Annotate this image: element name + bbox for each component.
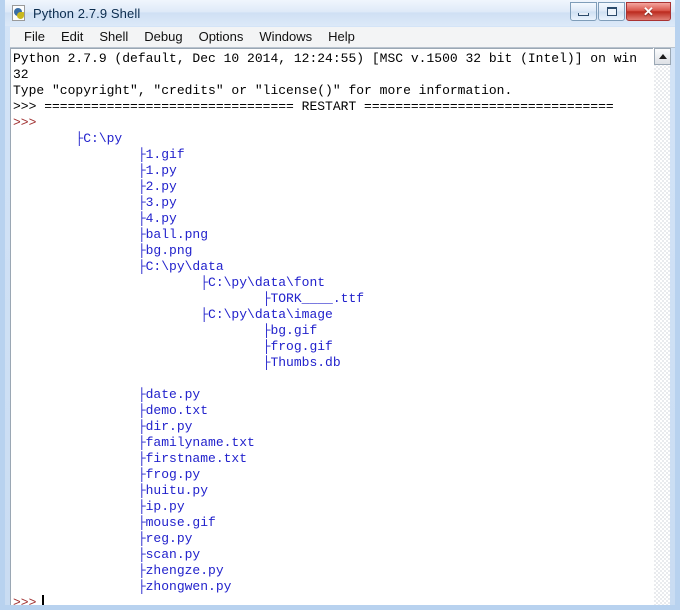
directory-tree-output: ├C:\py ├1.gif ├1.py ├2.py ├3.py ├4.py ├b… — [13, 131, 663, 595]
maximize-button[interactable] — [598, 2, 625, 21]
prompt-symbol: >>> — [13, 595, 37, 605]
tree-line: ├ip.py — [13, 499, 185, 514]
tree-line: ├frog.py — [13, 467, 201, 482]
banner-line: 32 — [13, 67, 29, 82]
menu-item-file[interactable]: File — [16, 27, 53, 47]
minimize-button[interactable] — [570, 2, 597, 21]
tree-line: ├1.py — [13, 163, 177, 178]
text-cursor — [42, 595, 45, 605]
shell-prompt: >>> — [13, 115, 37, 130]
tree-line: ├Thumbs.db — [13, 355, 341, 370]
vertical-scrollbar[interactable] — [653, 48, 671, 605]
menu-bar: File Edit Shell Debug Options Windows He… — [10, 27, 675, 48]
scroll-up-button[interactable] — [654, 48, 671, 65]
shell-output-area[interactable]: Python 2.7.9 (default, Dec 10 2014, 12:2… — [10, 48, 663, 605]
scroll-up-arrow-icon — [658, 54, 667, 59]
tree-line: ├reg.py — [13, 531, 193, 546]
tree-line: ├TORK____.ttf — [13, 291, 365, 306]
menu-item-shell[interactable]: Shell — [91, 27, 136, 47]
menu-item-help[interactable]: Help — [320, 27, 363, 47]
window-controls: ✕ — [569, 2, 671, 21]
title-bar[interactable]: Python 2.7.9 Shell ✕ — [5, 0, 675, 26]
tree-line: ├zhongwen.py — [13, 579, 232, 594]
tree-line: ├1.gif — [13, 147, 185, 162]
banner-line: Type "copyright", "credits" or "license(… — [13, 83, 513, 98]
tree-line: ├4.py — [13, 211, 177, 226]
tree-line: ├C:\py — [13, 131, 123, 146]
tree-line: ├3.py — [13, 195, 177, 210]
tree-line: ├frog.gif — [13, 339, 333, 354]
tree-line: ├firstname.txt — [13, 451, 248, 466]
tree-line: ├dir.py — [13, 419, 193, 434]
tree-line: ├bg.png — [13, 243, 193, 258]
shell-input-prompt[interactable]: >>> — [13, 595, 663, 605]
tree-line: ├C:\py\data — [13, 259, 224, 274]
python-shell-window: Python 2.7.9 Shell ✕ File Edit Shell Deb… — [0, 0, 680, 610]
tree-line: ├date.py — [13, 387, 201, 402]
tree-line: ├C:\py\data\image — [13, 307, 333, 322]
close-icon: ✕ — [643, 4, 654, 19]
tree-line: ├huitu.py — [13, 483, 209, 498]
tree-line: ├2.py — [13, 179, 177, 194]
tree-line: ├zhengze.py — [13, 563, 224, 578]
menu-item-options[interactable]: Options — [191, 27, 252, 47]
tree-line: ├scan.py — [13, 547, 201, 562]
tree-line: ├familyname.txt — [13, 435, 255, 450]
tree-line: ├demo.txt — [13, 403, 209, 418]
window-title: Python 2.7.9 Shell — [33, 5, 141, 21]
banner-line: Python 2.7.9 (default, Dec 10 2014, 12:2… — [13, 51, 638, 66]
menu-item-debug[interactable]: Debug — [136, 27, 190, 47]
tree-blank-line — [13, 371, 663, 387]
minimize-icon — [578, 12, 589, 16]
tree-line: ├mouse.gif — [13, 515, 216, 530]
menu-item-edit[interactable]: Edit — [53, 27, 91, 47]
menu-item-windows[interactable]: Windows — [251, 27, 320, 47]
tree-line: ├ball.png — [13, 227, 209, 242]
maximize-icon — [606, 7, 617, 16]
tree-line: ├bg.gif — [13, 323, 318, 338]
restart-separator-line: >>> ================================ RES… — [13, 99, 614, 114]
python-idle-icon — [11, 5, 27, 21]
tree-line: ├C:\py\data\font — [13, 275, 326, 290]
close-button[interactable]: ✕ — [626, 2, 671, 21]
